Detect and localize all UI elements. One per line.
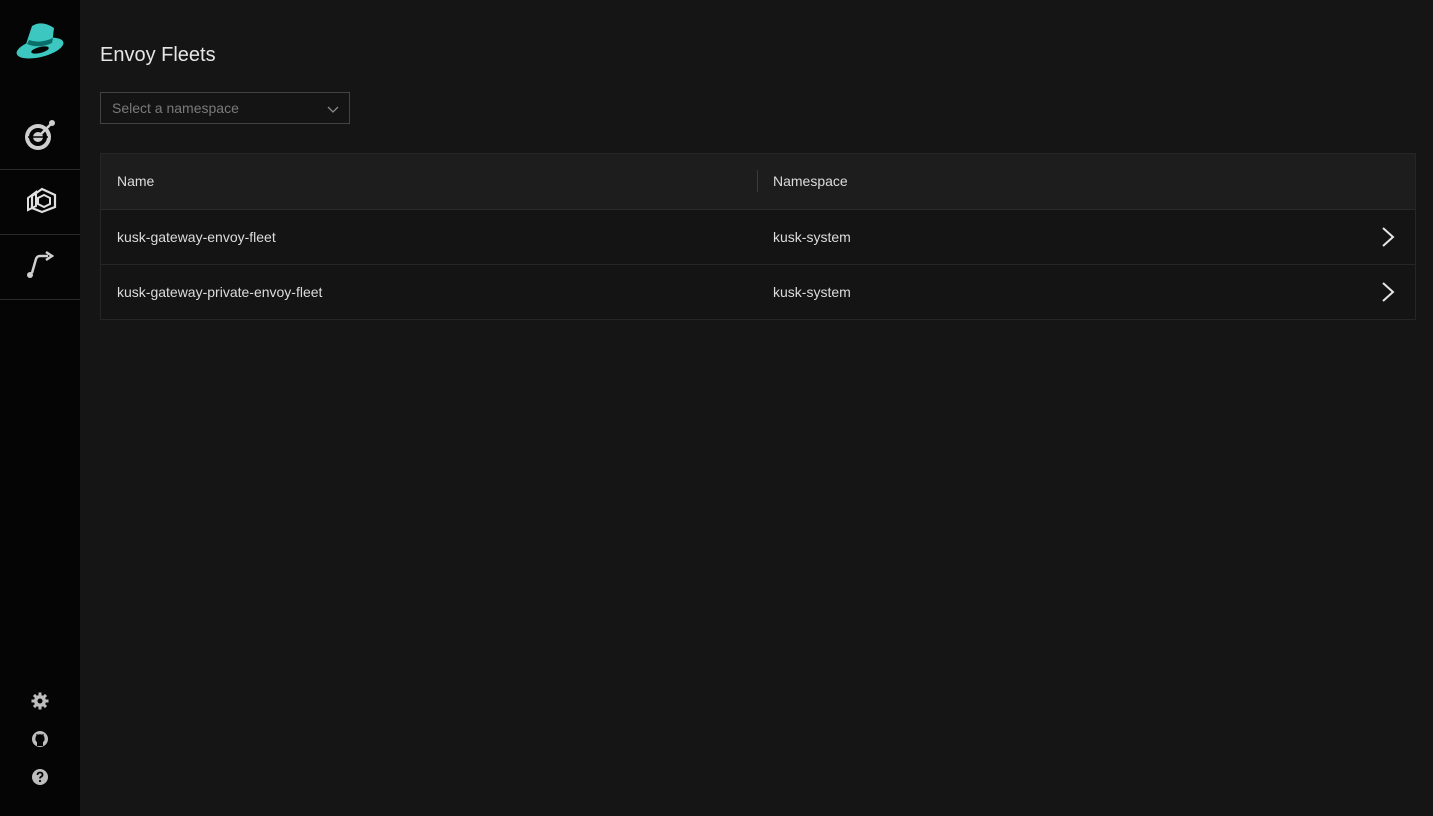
table-row[interactable]: kusk-gateway-envoy-fleet kusk-system <box>101 210 1415 265</box>
sidebar-item-envoy-fleets[interactable] <box>0 170 80 235</box>
app-window: Envoy Fleets Select a namespace Name Nam… <box>0 0 1433 816</box>
main-content: Envoy Fleets Select a namespace Name Nam… <box>80 0 1433 816</box>
envoy-fleet-icon <box>22 184 58 221</box>
column-header-namespace[interactable]: Namespace <box>773 154 848 209</box>
chevron-right-icon[interactable] <box>1379 226 1397 248</box>
help-icon[interactable] <box>28 765 52 789</box>
routes-arrow-icon <box>24 249 56 286</box>
sidebar <box>0 0 80 816</box>
table-row[interactable]: kusk-gateway-private-envoy-fleet kusk-sy… <box>101 265 1415 319</box>
sidebar-item-dashboard[interactable] <box>0 106 80 170</box>
gear-icon[interactable] <box>28 689 52 713</box>
sidebar-item-routes[interactable] <box>0 235 80 300</box>
kusk-logo-icon[interactable] <box>12 14 68 64</box>
namespace-select[interactable]: Select a namespace <box>100 92 350 124</box>
fleet-name-cell: kusk-gateway-envoy-fleet <box>117 229 276 245</box>
page-title: Envoy Fleets <box>100 44 216 66</box>
dashboard-dial-icon <box>22 117 58 158</box>
table-header: Name Namespace <box>101 154 1415 210</box>
fleet-namespace-cell: kusk-system <box>773 284 851 300</box>
fleet-name-cell: kusk-gateway-private-envoy-fleet <box>117 284 323 300</box>
column-divider <box>757 170 758 192</box>
envoy-fleets-table: Name Namespace kusk-gateway-envoy-fleet … <box>100 153 1416 320</box>
chevron-down-icon <box>327 102 339 114</box>
chevron-right-icon[interactable] <box>1379 281 1397 303</box>
column-header-name[interactable]: Name <box>117 154 154 209</box>
fleet-namespace-cell: kusk-system <box>773 229 851 245</box>
namespace-select-placeholder: Select a namespace <box>112 100 239 116</box>
github-icon[interactable] <box>28 727 52 751</box>
